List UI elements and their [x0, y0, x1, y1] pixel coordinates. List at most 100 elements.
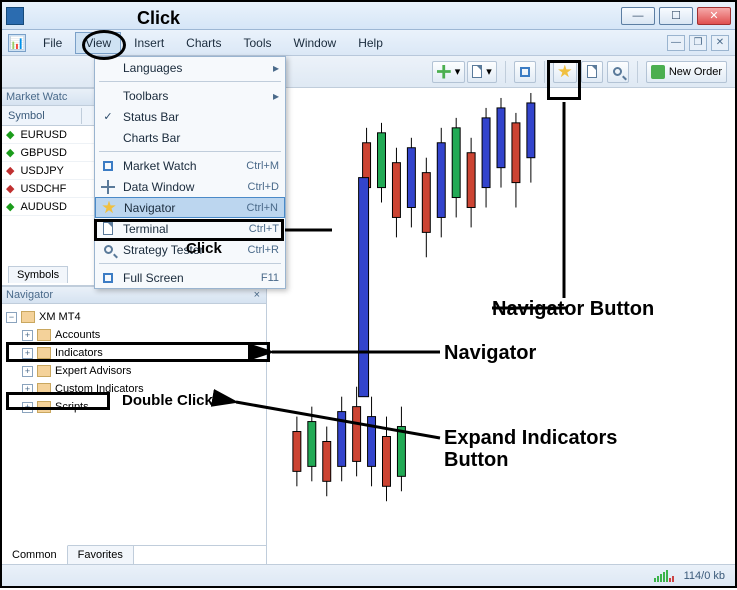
tree-root[interactable]: − XM MT4 [4, 308, 264, 326]
symbol-label: USDJPY [20, 165, 63, 177]
app-menu-icon[interactable]: 📊 [8, 34, 26, 52]
terminal-icon [587, 65, 597, 78]
chart-area[interactable] [267, 88, 735, 564]
submenu-arrow-icon: ▸ [273, 89, 279, 103]
tb-navigator[interactable] [553, 61, 577, 83]
folder-icon [37, 383, 51, 395]
dd-market-watch-label: Market Watch [123, 159, 197, 173]
col-symbol[interactable]: Symbol [2, 108, 82, 124]
tree-item-custom-indicators[interactable]: + Custom Indicators [4, 380, 264, 398]
tab-symbols[interactable]: Symbols [8, 266, 68, 283]
dd-chartsbar[interactable]: Charts Bar [95, 127, 285, 148]
app-icon [6, 7, 24, 25]
folder-icon [37, 401, 51, 413]
menu-window[interactable]: Window [285, 33, 346, 53]
tree-item-expert-advisors[interactable]: +Expert Advisors [4, 362, 264, 380]
expand-button[interactable]: + [22, 348, 33, 359]
mdi-restore-button[interactable]: ❐ [689, 35, 707, 51]
menu-view[interactable]: View [75, 32, 121, 54]
tester-icon [100, 242, 116, 258]
navigator-tabs: Common Favorites [2, 545, 266, 564]
tree-item-label: Scripts [55, 399, 89, 415]
dd-navigator-shortcut: Ctrl+N [247, 202, 278, 214]
expand-button[interactable]: + [22, 366, 33, 377]
arrow-down-icon: ◆ [6, 182, 14, 195]
dd-languages-label: Languages [123, 61, 182, 75]
dd-strategy-tester[interactable]: Strategy Tester Ctrl+R [95, 239, 285, 260]
menu-help[interactable]: Help [349, 33, 392, 53]
titlebar: — ☐ ✕ [2, 2, 735, 30]
folder-icon [37, 329, 51, 341]
new-order-icon [651, 65, 665, 79]
minimize-button[interactable]: — [621, 7, 655, 25]
dd-navigator[interactable]: Navigator Ctrl+N [95, 197, 285, 218]
arrow-up-icon: ◆ [6, 128, 14, 141]
expand-root[interactable]: − [6, 312, 17, 323]
dd-statusbar[interactable]: Status Bar [95, 106, 285, 127]
dd-chartsbar-label: Charts Bar [123, 131, 180, 145]
menu-file[interactable]: File [34, 33, 71, 53]
profile-icon [472, 65, 482, 78]
expand-button[interactable]: + [22, 330, 33, 341]
menu-insert[interactable]: Insert [125, 33, 173, 53]
tb-terminal[interactable] [581, 61, 603, 83]
fullscreen-icon [100, 270, 116, 286]
submenu-arrow-icon: ▸ [273, 61, 279, 75]
dd-market-watch[interactable]: Market Watch Ctrl+M [95, 155, 285, 176]
connection-bars-icon [654, 570, 674, 582]
navigator-close-button[interactable]: × [252, 289, 262, 301]
dd-toolbars[interactable]: Toolbars ▸ [95, 85, 285, 106]
tab-favorites[interactable]: Favorites [68, 546, 134, 564]
dd-data-window[interactable]: Data Window Ctrl+D [95, 176, 285, 197]
dd-fullscreen[interactable]: Full Screen F11 [95, 267, 285, 288]
dd-fullscreen-label: Full Screen [123, 271, 184, 285]
dd-terminal-label: Terminal [123, 222, 168, 236]
symbol-label: EURUSD [20, 129, 66, 141]
tb-profiles[interactable]: ▾ [467, 61, 497, 83]
close-button[interactable]: ✕ [697, 7, 731, 25]
dd-market-watch-shortcut: Ctrl+M [246, 160, 279, 172]
arrow-down-icon: ◆ [6, 164, 14, 177]
tree-item-indicators[interactable]: +Indicators [4, 344, 264, 362]
maximize-button[interactable]: ☐ [659, 7, 693, 25]
dd-terminal-shortcut: Ctrl+T [249, 223, 279, 235]
mdi-minimize-button[interactable]: — [667, 35, 685, 51]
tree-item-accounts[interactable]: + Accounts [4, 326, 264, 344]
symbol-label: USDCHF [20, 183, 66, 195]
view-dropdown: Languages ▸ Toolbars ▸ Status Bar Charts… [94, 56, 286, 289]
dd-navigator-label: Navigator [124, 201, 175, 215]
navigator-icon [101, 200, 117, 216]
expand-button[interactable]: + [22, 402, 33, 413]
statusbar: 114/0 kb [2, 564, 735, 586]
tree-item-label: Accounts [55, 327, 100, 343]
tree-item-scripts[interactable]: + Scripts [4, 398, 264, 416]
tree-item-label: Custom Indicators [55, 381, 144, 397]
symbol-label: GBPUSD [20, 147, 66, 159]
tb-market-watch[interactable] [514, 61, 536, 83]
expand-button[interactable]: + [22, 384, 33, 395]
tester-icon [613, 67, 622, 76]
tb-new-chart[interactable]: ▾ [432, 61, 466, 83]
tab-common[interactable]: Common [2, 545, 68, 564]
tb-new-order[interactable]: New Order [646, 61, 727, 83]
navigator-tree[interactable]: − XM MT4 + Accounts+Indicators+Expert Adv… [2, 304, 266, 545]
menu-charts[interactable]: Charts [177, 33, 230, 53]
mdi-close-button[interactable]: ✕ [711, 35, 729, 51]
dd-data-window-shortcut: Ctrl+D [248, 181, 279, 193]
menu-tools[interactable]: Tools [235, 33, 281, 53]
candlestick-chart [267, 88, 735, 566]
terminal-icon [100, 221, 116, 237]
dd-statusbar-label: Status Bar [123, 110, 179, 124]
menubar: 📊 File View Insert Charts Tools Window H… [2, 30, 735, 56]
new-order-label: New Order [669, 66, 722, 78]
dd-terminal[interactable]: Terminal Ctrl+T [95, 218, 285, 239]
dd-data-window-label: Data Window [123, 180, 194, 194]
data-window-icon [100, 179, 116, 195]
check-icon [100, 109, 116, 125]
arrow-up-icon: ◆ [6, 200, 14, 213]
plus-icon [437, 65, 451, 79]
dd-languages[interactable]: Languages ▸ [95, 57, 285, 78]
folder-icon [37, 365, 51, 377]
navigator-title-text: Navigator [6, 289, 53, 301]
tb-tester[interactable] [607, 61, 629, 83]
